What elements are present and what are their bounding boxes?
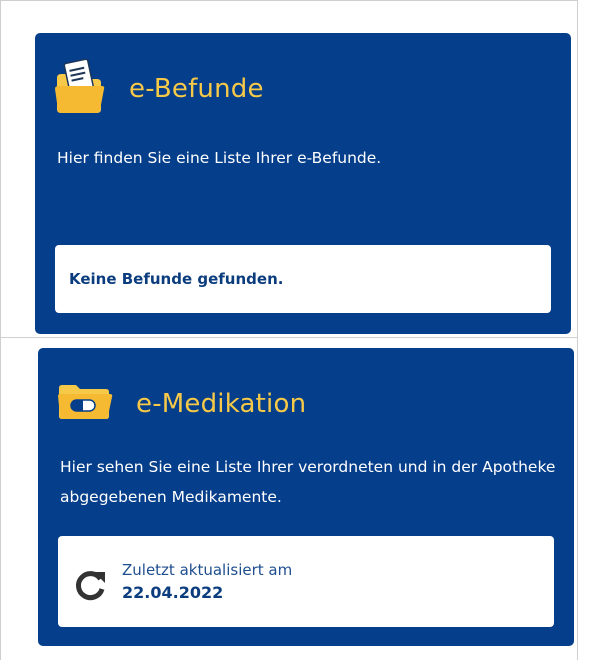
medikation-card[interactable]: e-Medikation Hier sehen Sie eine Liste I… — [38, 348, 574, 646]
medikation-description: Hier sehen Sie eine Liste Ihrer verordne… — [60, 458, 556, 506]
befunde-title: e-Befunde — [129, 74, 264, 104]
folder-document-icon — [53, 58, 107, 119]
updated-label: Zuletzt aktualisiert am — [122, 560, 293, 579]
medikation-title: e-Medikation — [136, 389, 307, 419]
befunde-description: Hier finden Sie eine Liste Ihrer e-Befun… — [57, 149, 382, 167]
befunde-card-header: e-Befunde — [53, 58, 264, 119]
page: e-Befunde Hier finden Sie eine Liste Ihr… — [0, 0, 592, 660]
refresh-icon[interactable] — [70, 566, 110, 606]
befunde-result-box: Keine Befunde gefunden. — [55, 245, 551, 313]
medikation-card-header: e-Medikation — [56, 382, 306, 426]
befunde-empty-message: Keine Befunde gefunden. — [69, 270, 284, 288]
medikation-update-box: Zuletzt aktualisiert am 22.04.2022 — [58, 536, 554, 627]
update-info: Zuletzt aktualisiert am 22.04.2022 — [122, 559, 292, 605]
medication-folder-icon — [56, 382, 114, 426]
befunde-card[interactable]: e-Befunde Hier finden Sie eine Liste Ihr… — [35, 33, 571, 334]
updated-date: 22.04.2022 — [122, 582, 224, 602]
